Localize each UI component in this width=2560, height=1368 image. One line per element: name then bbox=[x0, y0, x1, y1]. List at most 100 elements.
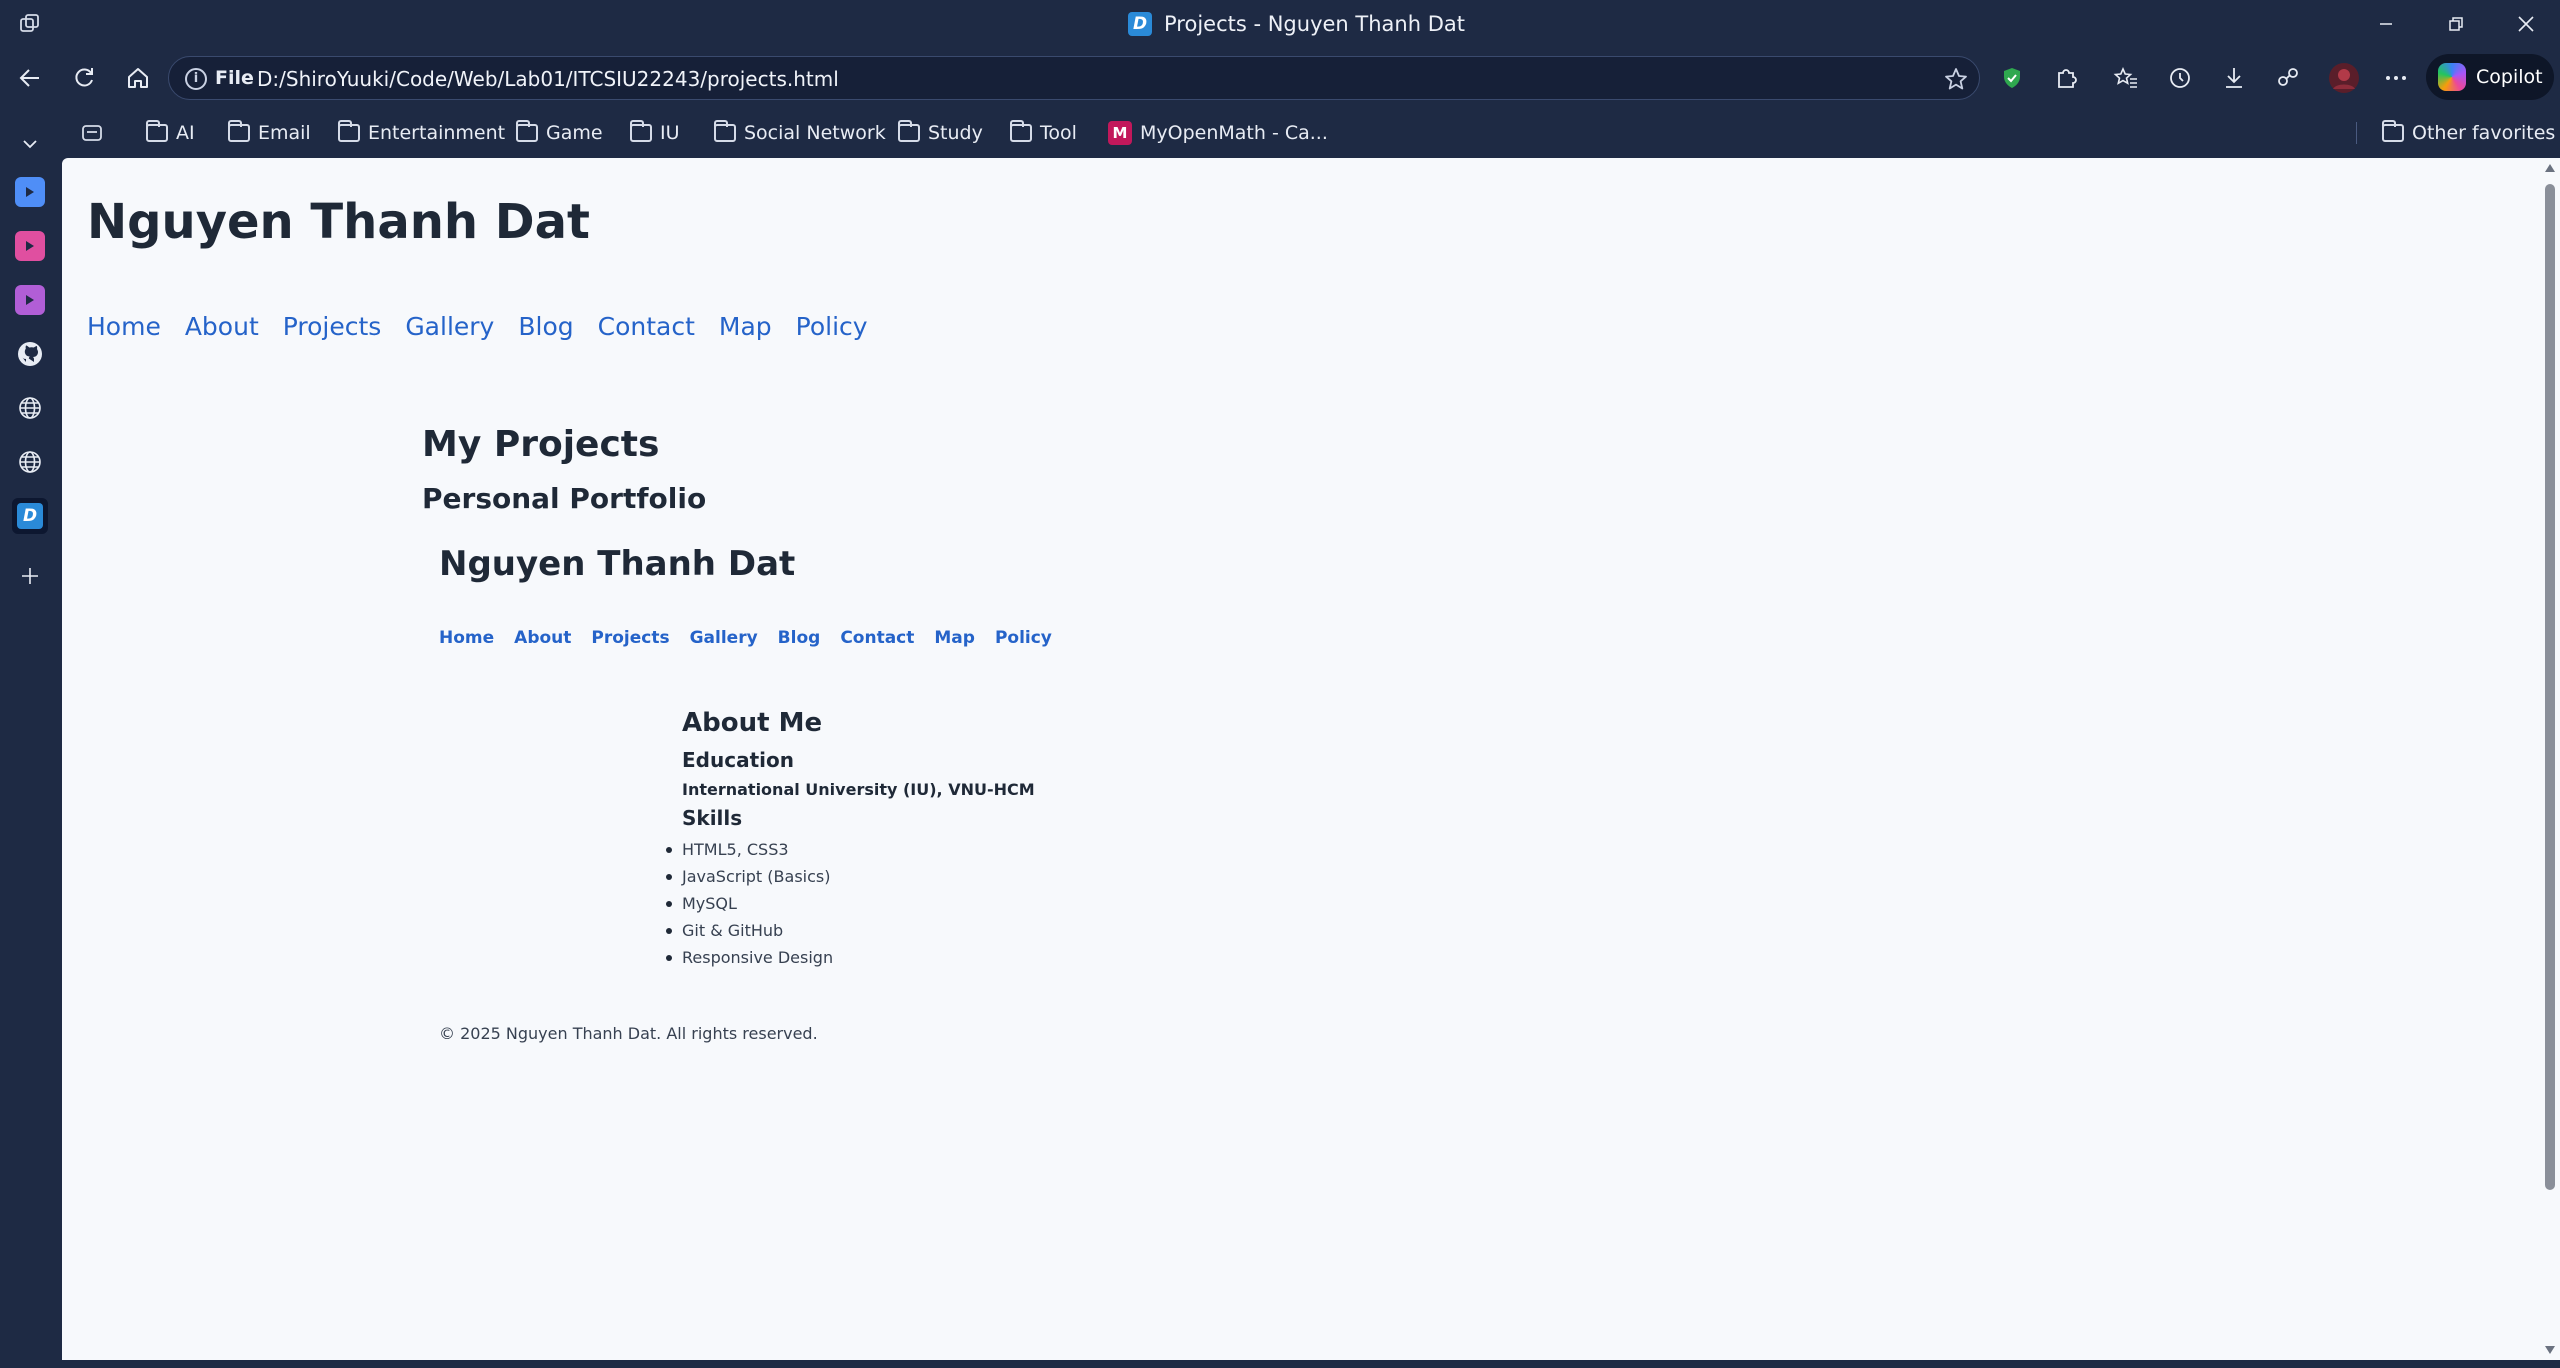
window-title-text: Projects - Nguyen Thanh Dat bbox=[1164, 12, 1465, 36]
bookmark-label: Entertainment bbox=[368, 122, 506, 144]
other-favorites-folder[interactable]: Other favorites bbox=[2382, 120, 2555, 146]
reading-list-button[interactable] bbox=[80, 120, 104, 146]
back-button[interactable] bbox=[14, 62, 46, 94]
home-icon bbox=[128, 68, 148, 88]
nav-link-gallery[interactable]: Gallery bbox=[405, 312, 494, 341]
folder-icon bbox=[898, 120, 920, 142]
embedded-nav-link-contact[interactable]: Contact bbox=[840, 628, 914, 648]
bookmark-folder-entertainment[interactable]: Entertainment bbox=[338, 120, 505, 146]
favorite-star-icon[interactable] bbox=[1943, 66, 1969, 92]
restore-button[interactable] bbox=[2438, 8, 2474, 40]
embedded-nav-link-gallery[interactable]: Gallery bbox=[690, 628, 758, 648]
list-item: MySQL bbox=[665, 890, 833, 917]
globe-icon bbox=[19, 397, 41, 419]
sidebar-tab-2[interactable] bbox=[14, 230, 46, 262]
extensions-button[interactable] bbox=[2050, 62, 2082, 94]
education-heading: Education bbox=[682, 748, 794, 772]
favorites-button[interactable] bbox=[2110, 62, 2142, 94]
workspaces-icon[interactable] bbox=[18, 12, 42, 36]
folder-icon bbox=[630, 120, 652, 142]
copilot-label: Copilot bbox=[2476, 66, 2543, 88]
embedded-nav: Home About Projects Gallery Blog Contact… bbox=[439, 628, 1052, 648]
embedded-nav-link-policy[interactable]: Policy bbox=[995, 628, 1052, 648]
scrollbar-thumb[interactable] bbox=[2545, 184, 2555, 1190]
sidebar-tab-6[interactable] bbox=[14, 446, 46, 478]
bookmark-folder-email[interactable]: Email bbox=[228, 120, 311, 146]
embedded-nav-link-about[interactable]: About bbox=[514, 628, 571, 648]
back-arrow-icon bbox=[19, 69, 39, 87]
profile-button[interactable] bbox=[2328, 62, 2360, 94]
nav-link-map[interactable]: Map bbox=[719, 312, 772, 341]
sidebar-tab-1[interactable] bbox=[14, 176, 46, 208]
bookmark-folder-tool[interactable]: Tool bbox=[1010, 120, 1077, 146]
github-icon bbox=[18, 342, 42, 366]
nav-link-home[interactable]: Home bbox=[87, 312, 161, 341]
ellipsis-icon bbox=[2386, 76, 2406, 80]
embedded-nav-link-home[interactable]: Home bbox=[439, 628, 494, 648]
sidebar-tab-active[interactable]: D bbox=[12, 498, 48, 534]
sidebar-tab-5[interactable] bbox=[14, 392, 46, 424]
title-bar: D Projects - Nguyen Thanh Dat bbox=[0, 0, 2560, 48]
page-scrollbar[interactable] bbox=[2540, 158, 2560, 1360]
collapse-tabs-button[interactable] bbox=[14, 128, 46, 160]
nav-link-projects[interactable]: Projects bbox=[283, 312, 382, 341]
copilot-icon bbox=[2438, 63, 2466, 91]
refresh-button[interactable] bbox=[68, 62, 100, 94]
bookmark-folder-ai[interactable]: AI bbox=[146, 120, 195, 146]
shield-extension-button[interactable] bbox=[1996, 62, 2028, 94]
scroll-up-arrow-icon[interactable] bbox=[2545, 164, 2555, 172]
site-info-icon[interactable]: i bbox=[185, 68, 207, 90]
page-subheading: Personal Portfolio bbox=[422, 482, 707, 515]
nav-link-contact[interactable]: Contact bbox=[598, 312, 695, 341]
nav-link-blog[interactable]: Blog bbox=[518, 312, 573, 341]
bookmark-label: Tool bbox=[1040, 122, 1077, 144]
close-button[interactable] bbox=[2508, 8, 2544, 40]
copilot-button[interactable]: Copilot bbox=[2426, 54, 2554, 100]
globe-icon bbox=[19, 451, 41, 473]
embedded-site-title: Nguyen Thanh Dat bbox=[439, 544, 796, 584]
shield-icon bbox=[2004, 68, 2020, 88]
navigation-bar: i File D:/ShiroYuuki/Code/Web/Lab01/ITCS… bbox=[0, 48, 2560, 108]
nav-link-about[interactable]: About bbox=[185, 312, 259, 341]
bookmarks-divider bbox=[2356, 122, 2357, 144]
new-tab-button[interactable] bbox=[14, 560, 46, 592]
sidebar-tab-4[interactable] bbox=[14, 338, 46, 370]
share-icon bbox=[2278, 68, 2298, 86]
puzzle-icon bbox=[2058, 69, 2077, 88]
list-item: HTML5, CSS3 bbox=[665, 836, 833, 863]
more-menu-button[interactable] bbox=[2380, 62, 2412, 94]
history-icon bbox=[2170, 68, 2190, 88]
address-bar[interactable]: i File D:/ShiroYuuki/Code/Web/Lab01/ITCS… bbox=[168, 56, 1980, 100]
scroll-down-arrow-icon[interactable] bbox=[2545, 1346, 2555, 1354]
bookmark-folder-iu[interactable]: IU bbox=[630, 120, 680, 146]
skills-heading: Skills bbox=[682, 806, 743, 830]
chevron-down-icon bbox=[23, 140, 37, 149]
minimize-button[interactable] bbox=[2368, 8, 2404, 40]
downloads-button[interactable] bbox=[2218, 62, 2250, 94]
sidebar-tab-3[interactable] bbox=[14, 284, 46, 316]
favorites-list-icon bbox=[2113, 67, 2137, 88]
embedded-nav-link-projects[interactable]: Projects bbox=[591, 628, 669, 648]
nav-link-policy[interactable]: Policy bbox=[796, 312, 868, 341]
history-button[interactable] bbox=[2164, 62, 2196, 94]
collections-button[interactable] bbox=[2272, 62, 2304, 94]
bookmark-label: AI bbox=[176, 122, 195, 144]
d-favicon-icon: D bbox=[17, 503, 43, 529]
embedded-nav-link-map[interactable]: Map bbox=[934, 628, 975, 648]
folder-icon bbox=[516, 120, 538, 142]
bookmark-folder-game[interactable]: Game bbox=[516, 120, 603, 146]
vertical-tabs-sidebar: D bbox=[0, 108, 60, 1368]
embedded-nav-link-blog[interactable]: Blog bbox=[778, 628, 821, 648]
restore-icon bbox=[2449, 17, 2463, 31]
bookmark-folder-study[interactable]: Study bbox=[898, 120, 983, 146]
about-me-heading: About Me bbox=[682, 708, 823, 738]
address-url[interactable]: D:/ShiroYuuki/Code/Web/Lab01/ITCSIU22243… bbox=[257, 67, 839, 91]
page-heading: My Projects bbox=[422, 424, 660, 465]
home-button[interactable] bbox=[122, 62, 154, 94]
site-title: Nguyen Thanh Dat bbox=[87, 194, 590, 250]
bookmark-folder-social-network[interactable]: Social Network bbox=[714, 120, 886, 146]
video-tab-icon bbox=[15, 177, 45, 207]
minimize-icon bbox=[2380, 23, 2392, 25]
bookmark-myopenmath[interactable]: M MyOpenMath - Ca... bbox=[1108, 120, 1328, 146]
reading-icon bbox=[82, 125, 102, 141]
